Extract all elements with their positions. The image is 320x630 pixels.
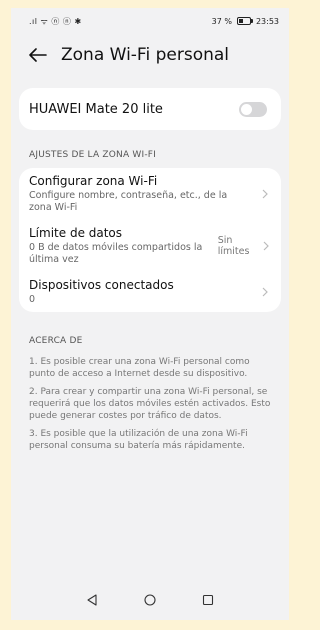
hotspot-toggle-row[interactable]: HUAWEI Mate 20 lite xyxy=(19,88,281,130)
list-item-connected-devices[interactable]: Dispositivos conectados 0 xyxy=(29,272,269,312)
list-item-subtitle: 0 xyxy=(29,294,36,305)
about-section-title: ACERCA DE xyxy=(29,336,83,346)
list-item-subtitle: Configure nombre, contraseña, etc., de l… xyxy=(29,190,228,213)
list-item-subtitle: 0 B de datos móviles compartidos la últi… xyxy=(29,242,203,265)
settings-list: Configurar zona Wi-Fi Configure nombre, … xyxy=(19,168,281,312)
about-paragraph: 3. Es posible que la utilización de una … xyxy=(29,429,248,451)
home-circle-icon[interactable] xyxy=(143,593,157,607)
about-paragraph: 1. Es posible crear una zona Wi-Fi perso… xyxy=(29,357,250,379)
chevron-right-icon xyxy=(261,189,269,199)
chevron-right-icon xyxy=(261,287,269,297)
navigation-bar xyxy=(11,580,289,620)
header: Zona Wi-Fi personal xyxy=(11,34,289,76)
settings-section-title: AJUSTES DE LA ZONA WI-FI xyxy=(29,150,157,160)
about-text: 1. Es posible crear una zona Wi-Fi perso… xyxy=(11,356,289,452)
list-item-data-limit[interactable]: Límite de datos 0 B de datos móviles com… xyxy=(29,220,269,272)
status-bar: .ıl ᯤ ⓝ ⓝ ✱ 37 % 23:53 xyxy=(11,8,289,34)
hotspot-toggle[interactable] xyxy=(239,101,267,117)
list-item-title: Dispositivos conectados xyxy=(29,278,174,292)
about-paragraph: 2. Para crear y compartir una zona Wi-Fi… xyxy=(29,387,271,421)
clock: 23:53 xyxy=(255,16,279,26)
data-limit-value: Sin límites xyxy=(217,234,250,257)
status-right: 37 % 23:53 xyxy=(212,17,279,26)
back-triangle-icon[interactable] xyxy=(85,593,99,607)
page-title: Zona Wi-Fi personal xyxy=(61,45,230,65)
phone-screen: .ıl ᯤ ⓝ ⓝ ✱ 37 % 23:53 Zona Wi-Fi person… xyxy=(11,8,289,620)
arrow-left-icon[interactable] xyxy=(29,48,47,62)
battery-percent: 37 % xyxy=(211,16,232,26)
chevron-right-icon xyxy=(262,241,269,251)
recents-square-icon[interactable] xyxy=(201,593,215,607)
list-item-configure-hotspot[interactable]: Configurar zona Wi-Fi Configure nombre, … xyxy=(29,168,269,220)
battery-icon xyxy=(236,17,253,25)
list-item-title: Límite de datos xyxy=(29,226,123,240)
signal-wifi-icons: .ıl ᯤ ⓝ ⓝ ✱ xyxy=(29,16,82,26)
list-item-title: Configurar zona Wi-Fi xyxy=(29,174,158,188)
device-name: HUAWEI Mate 20 lite xyxy=(29,101,163,117)
